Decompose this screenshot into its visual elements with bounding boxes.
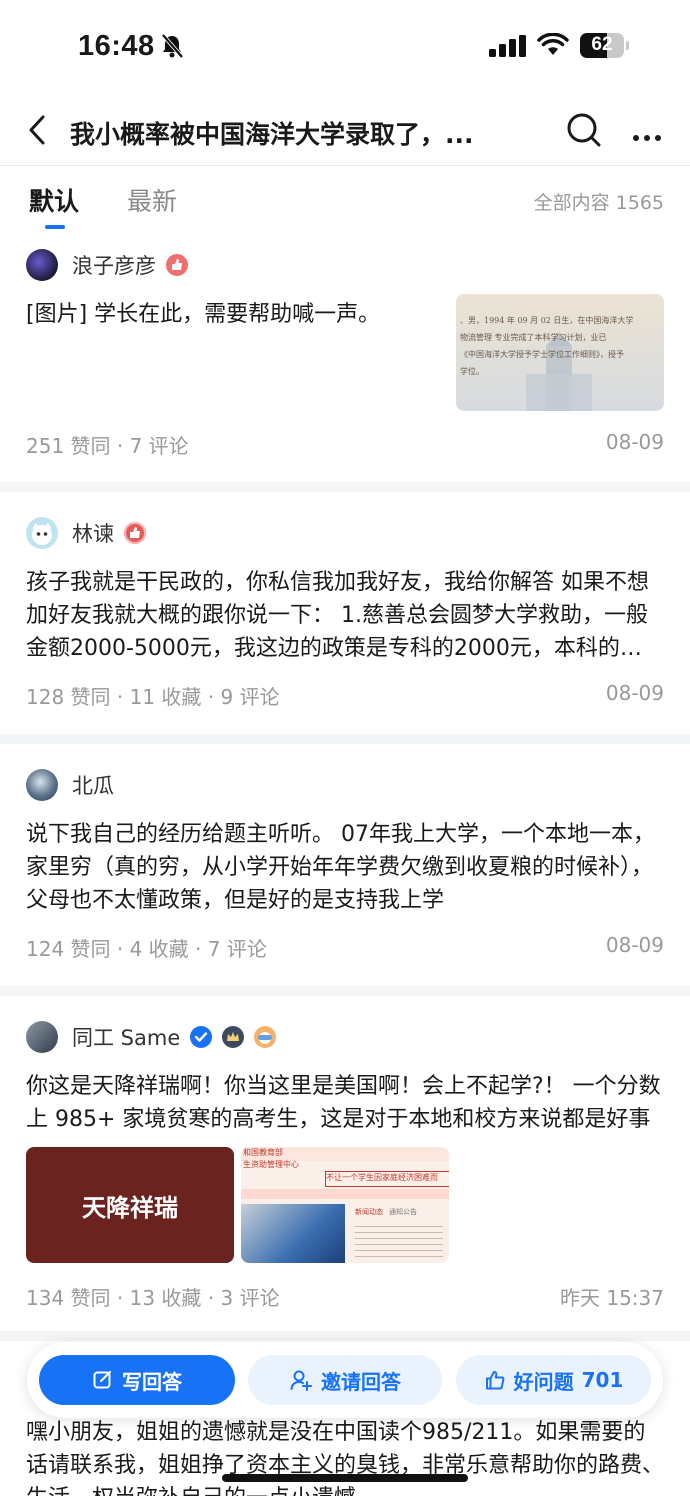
mascot-badge-icon <box>254 1026 277 1048</box>
answer-stats: 134 赞同 · 13 收藏 · 3 评论 <box>26 1286 280 1310</box>
total-label: 全部内容 <box>533 192 610 214</box>
answer-card[interactable]: 浪子彦彦 [图片] 学长在此，需要帮助喊一声。 、男，1994 年 09 月 0… <box>0 232 690 482</box>
website-screenshot-thumbnail[interactable]: 和国教育部 生资助管理中心 不让一个学生因家庭经济困难而 新闻动态 通知公告 <box>241 1147 449 1263</box>
site-slogan: 不让一个学生因家庭经济困难而 <box>325 1171 449 1187</box>
card-separator <box>0 986 690 996</box>
card-separator <box>0 734 690 744</box>
write-answer-button[interactable]: 写回答 <box>39 1355 235 1405</box>
total-answers: 全部内容 1565 <box>534 188 664 215</box>
answer-stats: 251 赞同 · 7 评论 <box>26 434 189 458</box>
back-arrow-icon[interactable] <box>24 113 50 151</box>
answer-date: 08-09 <box>605 681 664 705</box>
tab-default[interactable]: 默认 <box>29 182 79 218</box>
answer-date: 昨天 15:37 <box>560 1286 664 1310</box>
crown-badge-icon <box>222 1026 245 1048</box>
site-notice-title: 通知公告 <box>389 1208 417 1216</box>
good-question-count: 701 <box>581 1368 624 1392</box>
wifi-icon <box>537 32 569 61</box>
diploma-text-line: 学位。 <box>460 367 484 376</box>
diploma-text-line: 、男，1994 年 09 月 02 日生，在中国海洋大学 <box>460 316 634 325</box>
site-photo <box>241 1204 345 1263</box>
author-name[interactable]: 同工 Same <box>72 1022 180 1052</box>
avatar[interactable] <box>26 1021 58 1053</box>
tab-latest[interactable]: 最新 <box>127 182 177 218</box>
invite-user-icon <box>290 1370 312 1391</box>
avatar[interactable] <box>26 249 58 281</box>
sort-tabs: 默认 最新 全部内容 1565 <box>0 166 690 232</box>
answer-date: 08-09 <box>605 933 664 957</box>
verified-badge-icon <box>190 1026 213 1048</box>
more-options-icon[interactable] <box>632 127 662 146</box>
question-title: 我小概率被中国海洋大学录取了，... <box>70 120 474 149</box>
site-news-title: 新闻动态 <box>355 1208 383 1216</box>
avatar[interactable] <box>26 517 58 549</box>
diploma-text-line: 物流管理 专业完成了本科学习计划，业已 <box>460 333 607 342</box>
answer-action-bar: 写回答 邀请回答 好问题 701 <box>27 1342 663 1418</box>
thumbs-up-badge-icon <box>166 254 188 276</box>
diploma-text-line: 《中国海洋大学授予学士学位工作细则》，授予 <box>460 350 624 359</box>
site-header-sub: 生资助管理中心 <box>243 1160 299 1169</box>
thumbs-up-icon <box>485 1371 505 1390</box>
navigation-bar: 我小概率被中国海洋大学录取了，... <box>0 95 690 166</box>
invite-answer-button[interactable]: 邀请回答 <box>248 1355 442 1405</box>
status-bar: 16:48 62 <box>0 0 690 95</box>
diploma-thumbnail[interactable]: 、男，1994 年 09 月 02 日生，在中国海洋大学 物流管理 专业完成了本… <box>456 294 664 411</box>
answer-card[interactable]: 林谏 孩子我就是干民政的，你私信我加我好友，我给你解答 如果不想加好友我就大概的… <box>0 492 690 734</box>
answer-excerpt: 嘿小朋友，姐姐的遗憾就是没在中国读个985/211。如果需要的话请联系我，姐姐挣… <box>26 1420 665 1496</box>
card-separator <box>0 482 690 492</box>
author-name[interactable]: 林谏 <box>72 518 114 548</box>
cellular-signal-icon <box>489 35 527 61</box>
status-time: 16:48 <box>78 30 155 62</box>
image-thumbnail[interactable]: 天降祥瑞 <box>26 1147 234 1263</box>
answer-stats: 124 赞同 · 4 收藏 · 7 评论 <box>26 937 267 961</box>
author-name[interactable]: 北瓜 <box>72 770 114 800</box>
silent-bell-icon <box>160 33 184 63</box>
good-question-label: 好问题 <box>513 1369 574 1394</box>
answer-card[interactable]: 北瓜 说下我自己的经历给题主听听。 07年我上大学，一个本地一本，家里穷（真的穷… <box>0 744 690 986</box>
answer-card[interactable]: 同工 Same 你这是天降祥瑞啊！你当这里是美国啊！会上不起学?！ 一个分数上 … <box>0 996 690 1331</box>
card-separator <box>0 1331 690 1341</box>
answer-excerpt: 你这是天降祥瑞啊！你当这里是美国啊！会上不起学?！ 一个分数上 985+ 家境贫… <box>26 1074 661 1132</box>
edit-icon <box>93 1370 112 1389</box>
tab-active-indicator <box>45 225 65 229</box>
battery-level: 62 <box>591 34 613 55</box>
battery-tip <box>626 41 629 50</box>
good-question-button[interactable]: 好问题 701 <box>456 1355 651 1405</box>
total-count: 1565 <box>615 192 664 214</box>
write-answer-label: 写回答 <box>122 1369 182 1394</box>
answer-author[interactable]: 同工 Same <box>26 1020 277 1054</box>
battery-indicator: 62 <box>580 33 624 58</box>
answer-author[interactable]: 北瓜 <box>26 768 114 802</box>
answer-author[interactable]: 浪子彦彦 <box>26 248 188 282</box>
avatar[interactable] <box>26 769 58 801</box>
answer-excerpt: 说下我自己的经历给题主听听。 07年我上大学，一个本地一本，家里穷（真的穷，从小… <box>26 822 655 913</box>
answer-date: 08-09 <box>605 430 664 454</box>
thumbnail-caption: 天降祥瑞 <box>82 1193 178 1222</box>
answer-excerpt: [图片] 学长在此，需要帮助喊一声。 <box>26 302 381 327</box>
author-name[interactable]: 浪子彦彦 <box>72 250 156 280</box>
answer-stats: 128 赞同 · 11 收藏 · 9 评论 <box>26 685 280 709</box>
site-menu-bar <box>241 1189 449 1199</box>
thumbs-up-badge-icon <box>124 522 146 544</box>
search-icon[interactable] <box>565 111 603 153</box>
answer-author[interactable]: 林谏 <box>26 516 146 550</box>
invite-answer-label: 邀请回答 <box>321 1369 401 1394</box>
answer-excerpt: 孩子我就是干民政的，你私信我加我好友，我给你解答 如果不想加好友我就大概的跟你说… <box>26 570 649 661</box>
site-news-list <box>355 1221 443 1259</box>
home-indicator[interactable] <box>222 1474 468 1482</box>
